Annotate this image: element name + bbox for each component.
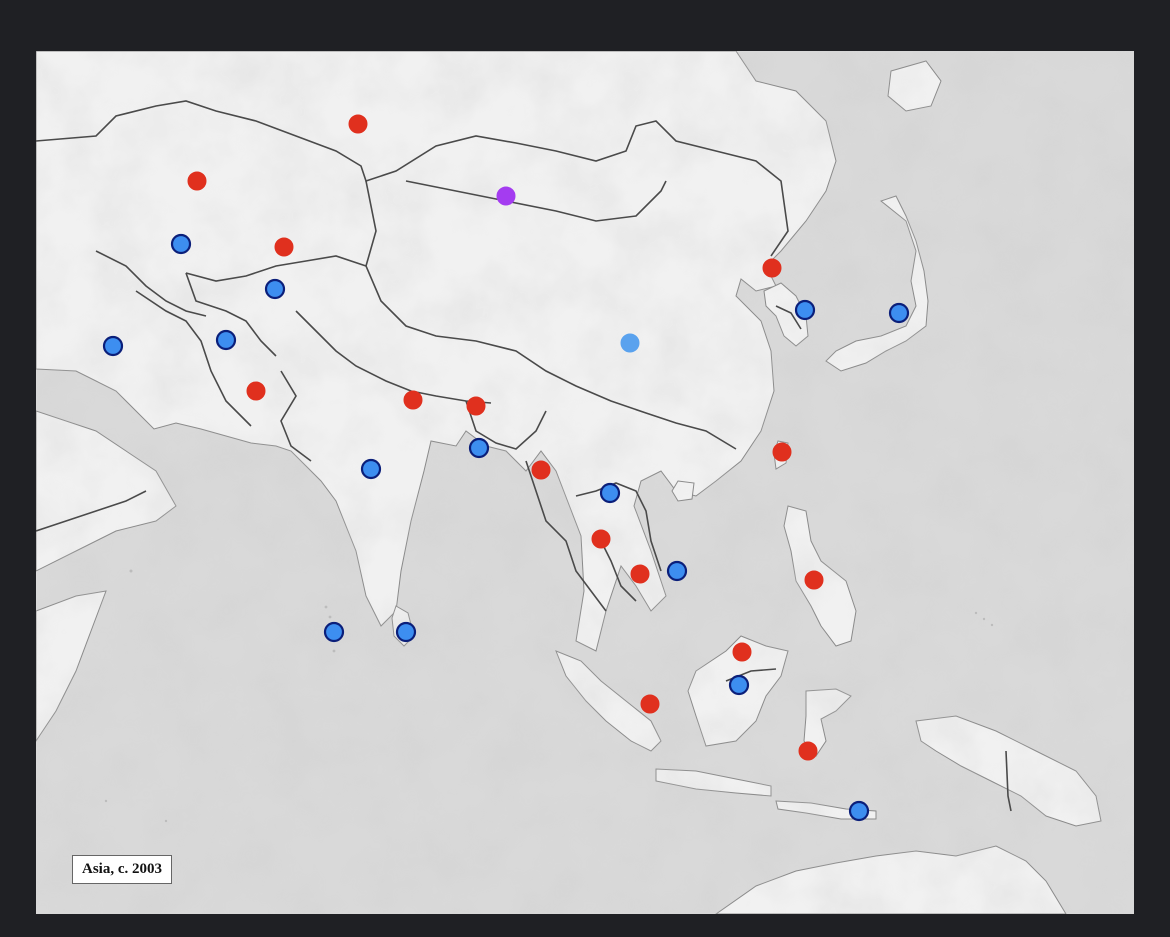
blue-marker-5[interactable] <box>102 335 124 357</box>
map-frame: Asia, c. 2003 <box>36 51 1134 914</box>
red-marker-9[interactable] <box>772 442 792 462</box>
red-marker-11[interactable] <box>630 564 650 584</box>
red-marker-5[interactable] <box>246 381 266 401</box>
blue-marker-14[interactable] <box>848 800 870 822</box>
blue-marker-10[interactable] <box>666 560 688 582</box>
map-caption: Asia, c. 2003 <box>72 855 172 884</box>
blue-marker-11[interactable] <box>323 621 345 643</box>
red-marker-3[interactable] <box>274 237 294 257</box>
blue-marker-8[interactable] <box>360 458 382 480</box>
blue-marker-3[interactable] <box>794 299 816 321</box>
red-marker-7[interactable] <box>466 396 486 416</box>
red-marker-1[interactable] <box>348 114 368 134</box>
red-marker-10[interactable] <box>591 529 611 549</box>
red-marker-8[interactable] <box>531 460 551 480</box>
red-marker-12[interactable] <box>804 570 824 590</box>
lightblue-marker-1[interactable] <box>620 333 640 353</box>
red-marker-14[interactable] <box>640 694 660 714</box>
asia-map[interactable] <box>36 51 1134 914</box>
red-marker-13[interactable] <box>732 642 752 662</box>
blue-marker-12[interactable] <box>395 621 417 643</box>
blue-marker-7[interactable] <box>468 437 490 459</box>
red-marker-2[interactable] <box>187 171 207 191</box>
blue-marker-9[interactable] <box>599 482 621 504</box>
blue-marker-2[interactable] <box>264 278 286 300</box>
red-marker-4[interactable] <box>762 258 782 278</box>
blue-marker-1[interactable] <box>170 233 192 255</box>
red-marker-15[interactable] <box>798 741 818 761</box>
blue-marker-4[interactable] <box>888 302 910 324</box>
blue-marker-13[interactable] <box>728 674 750 696</box>
purple-marker-1[interactable] <box>496 186 516 206</box>
blue-marker-6[interactable] <box>215 329 237 351</box>
red-marker-6[interactable] <box>403 390 423 410</box>
